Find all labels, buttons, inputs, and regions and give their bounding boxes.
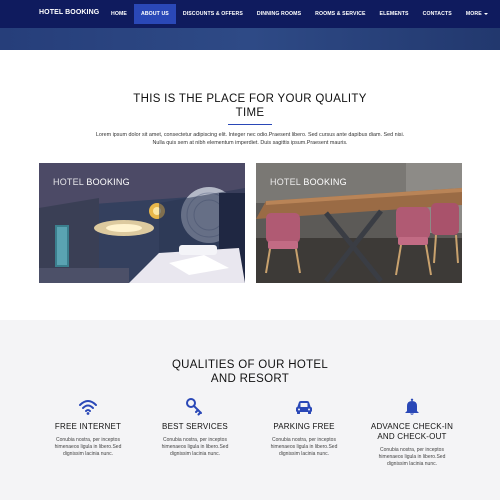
wifi-icon bbox=[79, 400, 97, 415]
card-label-booking: BOOKING bbox=[303, 177, 347, 187]
intro-title-line1: THIS IS THE PLACE FOR YOUR QUALITY bbox=[133, 93, 367, 105]
top-navbar: HOTEL BOOKING HOME ABOUT US DISCOUNTS & … bbox=[0, 0, 500, 28]
feature-desc-line2: himenaeos ligula in libero.Sed bbox=[161, 444, 229, 450]
main-menu: HOME ABOUT US DISCOUNTS & OFFERS DINNING… bbox=[104, 4, 495, 24]
qualities-title-line2: AND RESORT bbox=[210, 373, 290, 385]
feature-description: Conubia nostra, per inceptos himenaeos l… bbox=[140, 437, 250, 458]
brand-logo[interactable]: HOTEL BOOKING bbox=[39, 9, 99, 16]
car-icon bbox=[296, 401, 312, 414]
nav-more-label: MORE bbox=[465, 11, 482, 17]
feature-desc-line2: himenaeos ligula in libero.Sed bbox=[54, 444, 122, 450]
feature-title: PARKING FREE bbox=[249, 422, 359, 432]
hotel-room-card[interactable]: HOTEL BOOKING bbox=[39, 163, 245, 283]
qualities-title-line1: QUALITIES OF OUR HOTEL bbox=[171, 359, 329, 371]
feature-title: ADVANCE CHECK-IN AND CHECK-OUT bbox=[357, 422, 467, 442]
nav-about-us[interactable]: ABOUT US bbox=[133, 4, 176, 24]
intro-paragraph-line2: Nulla quis sem at nibh elementum imperdi… bbox=[152, 140, 348, 146]
qualities-title: QUALITIES OF OUR HOTEL AND RESORT bbox=[0, 358, 500, 386]
title-divider bbox=[228, 124, 272, 125]
feature-best-services: BEST SERVICES Conubia nostra, per incept… bbox=[140, 398, 250, 458]
feature-title-line1: FREE INTERNET bbox=[54, 422, 122, 431]
nav-more[interactable]: MORE bbox=[459, 4, 495, 24]
feature-title: FREE INTERNET bbox=[33, 422, 143, 432]
card-label: HOTEL BOOKING bbox=[53, 177, 130, 187]
intro-title-line2: TIME bbox=[235, 107, 265, 119]
nav-dinning-rooms[interactable]: DINNING ROOMS bbox=[250, 4, 308, 24]
feature-title-line1: ADVANCE CHECK-IN bbox=[370, 422, 454, 431]
nav-home[interactable]: HOME bbox=[104, 4, 134, 24]
feature-title-line1: BEST SERVICES bbox=[162, 422, 228, 431]
feature-desc-line1: Conubia nostra, per inceptos bbox=[56, 437, 120, 443]
feature-title: BEST SERVICES bbox=[140, 422, 250, 432]
nav-discounts-offers[interactable]: DISCOUNTS & OFFERS bbox=[176, 4, 250, 24]
feature-advance-check-in: ADVANCE CHECK-IN AND CHECK-OUT Conubia n… bbox=[357, 398, 467, 468]
bell-icon bbox=[405, 398, 419, 415]
feature-description: Conubia nostra, per inceptos himenaeos l… bbox=[249, 437, 359, 458]
intro-paragraph: Lorem ipsum dolor sit amet, consectetur … bbox=[60, 131, 440, 147]
feature-desc-line2: himenaeos ligula in libero.Sed bbox=[270, 444, 338, 450]
hero-banner-strip bbox=[0, 28, 500, 50]
card-label: HOTEL BOOKING bbox=[270, 177, 347, 187]
feature-desc-line1: Conubia nostra, per inceptos bbox=[163, 437, 227, 443]
feature-free-internet: FREE INTERNET Conubia nostra, per incept… bbox=[33, 398, 143, 458]
nav-rooms-service[interactable]: ROOMS & SERVICE bbox=[308, 4, 372, 24]
feature-desc-line3: dignissim lacinia nunc. bbox=[62, 451, 114, 457]
card-label-hotel: HOTEL bbox=[53, 177, 84, 187]
feature-desc-line3: dignissim lacinia nunc. bbox=[386, 461, 438, 467]
chevron-down-icon bbox=[483, 13, 488, 15]
card-label-hotel: HOTEL bbox=[270, 177, 301, 187]
intro-title: THIS IS THE PLACE FOR YOUR QUALITY TIME bbox=[0, 92, 500, 120]
nav-elements[interactable]: ELEMENTS bbox=[373, 4, 416, 24]
feature-title-line2: AND CHECK-OUT bbox=[377, 432, 447, 441]
feature-desc-line1: Conubia nostra, per inceptos bbox=[272, 437, 336, 443]
card-label-booking: BOOKING bbox=[86, 177, 130, 187]
nav-contacts[interactable]: CONTACTS bbox=[416, 4, 459, 24]
feature-parking-free: PARKING FREE Conubia nostra, per incepto… bbox=[249, 398, 359, 458]
intro-paragraph-line1: Lorem ipsum dolor sit amet, consectetur … bbox=[95, 132, 405, 138]
feature-title-line1: PARKING FREE bbox=[273, 422, 335, 431]
feature-desc-line3: dignissim lacinia nunc. bbox=[278, 451, 330, 457]
feature-desc-line3: dignissim lacinia nunc. bbox=[169, 451, 221, 457]
dining-room-card[interactable]: HOTEL BOOKING bbox=[256, 163, 462, 283]
key-icon bbox=[186, 398, 202, 416]
feature-description: Conubia nostra, per inceptos himenaeos l… bbox=[33, 437, 143, 458]
feature-desc-line2: himenaeos ligula in libero.Sed bbox=[378, 454, 446, 460]
feature-description: Conubia nostra, per inceptos himenaeos l… bbox=[357, 447, 467, 468]
feature-desc-line1: Conubia nostra, per inceptos bbox=[380, 447, 444, 453]
